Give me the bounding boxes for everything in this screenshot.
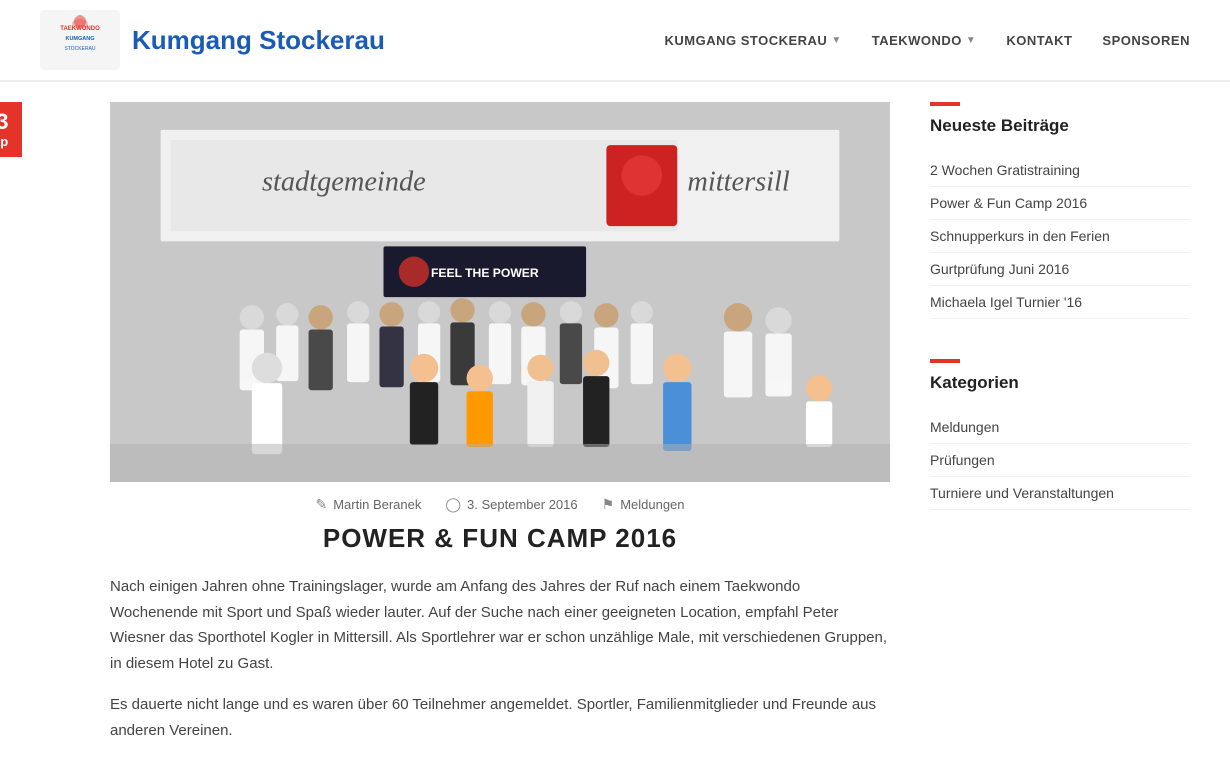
main-nav: KUMGANG STOCKERAU ▼ TAEKWONDO ▼ KONTAKT … xyxy=(664,33,1190,48)
sidebar-categories: Kategorien Meldungen Prüfungen Turniere … xyxy=(930,359,1190,510)
svg-text:KUMGANG: KUMGANG xyxy=(65,36,94,42)
svg-text:mittersill: mittersill xyxy=(687,167,790,198)
svg-text:FEEL THE POWER: FEEL THE POWER xyxy=(431,266,539,280)
logo-area: TAEKWONDO KUMGANG STOCKERAU Kumgang Stoc… xyxy=(40,10,385,70)
recent-post-link-5[interactable]: Michaela Igel Turnier '16 xyxy=(930,294,1082,310)
sidebar-recent-list: 2 Wochen Gratistraining Power & Fun Camp… xyxy=(930,154,1190,319)
main-content: 03 Sep xyxy=(40,102,890,759)
chevron-down-icon: ▼ xyxy=(831,35,841,46)
site-header: TAEKWONDO KUMGANG STOCKERAU Kumgang Stoc… xyxy=(0,0,1230,81)
bookmark-icon: ⚑ xyxy=(602,496,615,513)
sidebar-categories-heading: Kategorien xyxy=(930,373,1190,393)
post-featured-image: stadtgemeinde mittersill FEEL THE POWER xyxy=(110,102,890,482)
category-link-2[interactable]: Prüfungen xyxy=(930,452,995,468)
post-body: stadtgemeinde mittersill FEEL THE POWER xyxy=(110,102,890,759)
list-item: Prüfungen xyxy=(930,444,1190,477)
list-item: Power & Fun Camp 2016 xyxy=(930,187,1190,220)
list-item: Schnupperkurs in den Ferien xyxy=(930,220,1190,253)
list-item: Gurtprüfung Juni 2016 xyxy=(930,253,1190,286)
sidebar-category-list: Meldungen Prüfungen Turniere und Veranst… xyxy=(930,411,1190,510)
nav-item-taekwondo[interactable]: TAEKWONDO ▼ xyxy=(872,33,977,48)
post-category: ⚑ Meldungen xyxy=(602,496,685,513)
recent-post-link-3[interactable]: Schnupperkurs in den Ferien xyxy=(930,228,1110,244)
sidebar-accent-recent xyxy=(930,102,960,106)
page-container: 03 Sep xyxy=(0,82,1230,779)
recent-post-link-1[interactable]: 2 Wochen Gratistraining xyxy=(930,162,1080,178)
date-month: Sep xyxy=(0,134,8,149)
sidebar-recent-heading: Neueste Beiträge xyxy=(930,116,1190,136)
clock-icon: ◯ xyxy=(445,496,461,513)
user-icon: ✎ xyxy=(315,496,327,513)
nav-item-kumgang[interactable]: KUMGANG STOCKERAU ▼ xyxy=(664,33,841,48)
post-meta: ✎ Martin Beranek ◯ 3. September 2016 ⚑ M… xyxy=(110,482,890,523)
list-item: Michaela Igel Turnier '16 xyxy=(930,286,1190,319)
post-wrapper: 03 Sep xyxy=(40,102,890,759)
post-content: Nach einigen Jahren ohne Trainingslager,… xyxy=(110,574,890,743)
chevron-down-icon: ▼ xyxy=(966,35,976,46)
list-item: Meldungen xyxy=(930,411,1190,444)
svg-text:STOCKERAU: STOCKERAU xyxy=(64,46,95,52)
date-badge: 03 Sep xyxy=(0,102,22,157)
date-day: 03 xyxy=(0,110,8,134)
post-image-wrapper: stadtgemeinde mittersill FEEL THE POWER xyxy=(110,102,890,482)
category-link-3[interactable]: Turniere und Veranstaltungen xyxy=(930,485,1114,501)
list-item: 2 Wochen Gratistraining xyxy=(930,154,1190,187)
svg-text:stadtgemeinde: stadtgemeinde xyxy=(262,167,426,198)
category-link-1[interactable]: Meldungen xyxy=(930,419,999,435)
post-date: ◯ 3. September 2016 xyxy=(445,496,577,513)
post-title: POWER & FUN CAMP 2016 xyxy=(110,523,890,554)
sidebar: Neueste Beiträge 2 Wochen Gratistraining… xyxy=(930,102,1190,759)
date-column: 03 Sep xyxy=(40,102,110,759)
site-title[interactable]: Kumgang Stockerau xyxy=(132,25,385,56)
sidebar-accent-categories xyxy=(930,359,960,363)
nav-item-kontakt[interactable]: KONTAKT xyxy=(1006,33,1072,48)
post-author: ✎ Martin Beranek xyxy=(315,496,421,513)
site-logo: TAEKWONDO KUMGANG STOCKERAU xyxy=(40,10,120,70)
recent-post-link-4[interactable]: Gurtprüfung Juni 2016 xyxy=(930,261,1069,277)
sidebar-recent-posts: Neueste Beiträge 2 Wochen Gratistraining… xyxy=(930,102,1190,319)
nav-item-sponsoren[interactable]: SPONSOREN xyxy=(1102,33,1190,48)
list-item: Turniere und Veranstaltungen xyxy=(930,477,1190,510)
post-paragraph-1: Nach einigen Jahren ohne Trainingslager,… xyxy=(110,574,890,676)
recent-post-link-2[interactable]: Power & Fun Camp 2016 xyxy=(930,195,1087,211)
post-paragraph-2: Es dauerte nicht lange und es waren über… xyxy=(110,692,890,743)
